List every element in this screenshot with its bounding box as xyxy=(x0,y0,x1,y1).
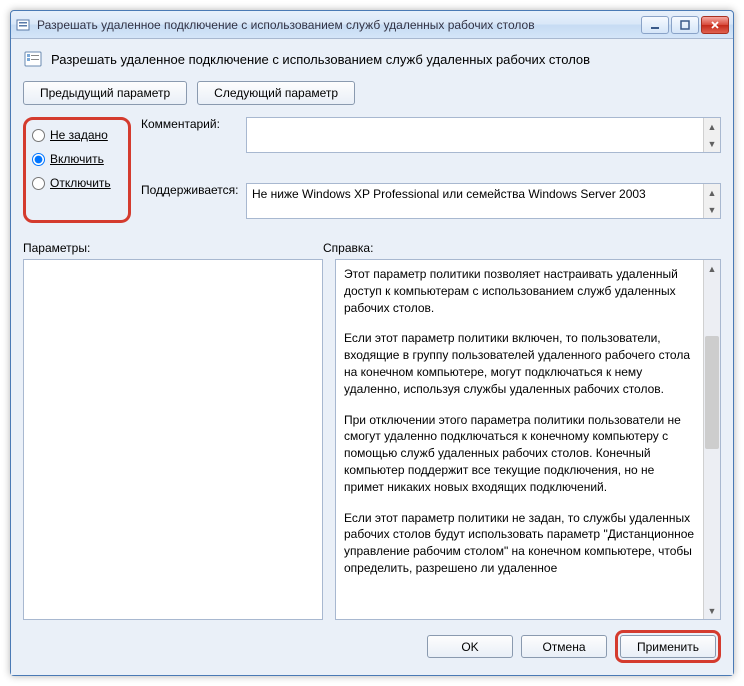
supported-row: Поддерживается: Не ниже Windows XP Profe… xyxy=(141,183,721,223)
maximize-button[interactable] xyxy=(671,16,699,34)
policy-editor-window: Разрешать удаленное подключение с исполь… xyxy=(10,10,734,676)
help-paragraph: Если этот параметр политики не задан, то… xyxy=(344,510,695,577)
radio-not-configured[interactable]: Не задано xyxy=(32,128,122,142)
scroll-up-icon[interactable]: ▲ xyxy=(704,118,720,135)
meta-column: Комментарий: ▲ ▼ Поддерживается: Не ниже… xyxy=(141,117,721,223)
supported-scrollbar[interactable]: ▲ ▼ xyxy=(703,184,720,218)
config-row: Не задано Включить Отключить Комментарий… xyxy=(23,117,721,223)
cancel-button[interactable]: Отмена xyxy=(521,635,607,658)
subtitle-row: Разрешать удаленное подключение с исполь… xyxy=(23,49,721,69)
comment-row: Комментарий: ▲ ▼ xyxy=(141,117,721,177)
help-content: Этот параметр политики позволяет настраи… xyxy=(336,260,703,619)
section-labels: Параметры: Справка: xyxy=(23,241,721,255)
options-content xyxy=(24,260,322,619)
scroll-thumb[interactable] xyxy=(705,336,719,450)
window-controls xyxy=(641,16,729,34)
apply-button[interactable]: Применить xyxy=(620,635,716,658)
help-paragraph: При отключении этого параметра политики … xyxy=(344,412,695,496)
nav-buttons: Предыдущий параметр Следующий параметр xyxy=(23,81,721,105)
titlebar[interactable]: Разрешать удаленное подключение с исполь… xyxy=(11,11,733,39)
supported-label: Поддерживается: xyxy=(141,183,246,197)
radio-group-highlight: Не задано Включить Отключить xyxy=(23,117,131,223)
options-panel xyxy=(23,259,323,620)
ok-button[interactable]: OK xyxy=(427,635,513,658)
scroll-down-icon[interactable]: ▼ xyxy=(704,201,720,218)
radio-disabled-input[interactable] xyxy=(32,177,45,190)
help-paragraph: Этот параметр политики позволяет настраи… xyxy=(344,266,695,316)
scroll-down-icon[interactable]: ▼ xyxy=(704,135,720,152)
radio-not-configured-input[interactable] xyxy=(32,129,45,142)
help-paragraph: Если этот параметр политики включен, то … xyxy=(344,330,695,397)
radio-disabled-label: Отключить xyxy=(50,176,111,190)
help-panel: Этот параметр политики позволяет настраи… xyxy=(335,259,721,620)
panels-row: Этот параметр политики позволяет настраи… xyxy=(23,259,721,620)
scroll-down-icon[interactable]: ▼ xyxy=(704,602,720,619)
apply-highlight: Применить xyxy=(615,630,721,663)
content-area: Разрешать удаленное подключение с исполь… xyxy=(11,39,733,675)
comment-text[interactable] xyxy=(247,118,703,152)
comment-box[interactable]: ▲ ▼ xyxy=(246,117,721,153)
comment-scrollbar[interactable]: ▲ ▼ xyxy=(703,118,720,152)
close-button[interactable] xyxy=(701,16,729,34)
help-scrollbar[interactable]: ▲ ▼ xyxy=(703,260,720,619)
policy-icon xyxy=(15,17,31,33)
help-label: Справка: xyxy=(323,241,373,255)
dialog-footer: OK Отмена Применить xyxy=(23,620,721,665)
next-setting-button[interactable]: Следующий параметр xyxy=(197,81,355,105)
previous-setting-button[interactable]: Предыдущий параметр xyxy=(23,81,187,105)
scroll-up-icon[interactable]: ▲ xyxy=(704,260,720,277)
gpo-icon xyxy=(23,49,43,69)
comment-label: Комментарий: xyxy=(141,117,246,131)
radio-disabled[interactable]: Отключить xyxy=(32,176,122,190)
window-title: Разрешать удаленное подключение с исполь… xyxy=(37,18,641,32)
policy-subtitle: Разрешать удаленное подключение с исполь… xyxy=(51,52,590,67)
radio-enabled-input[interactable] xyxy=(32,153,45,166)
radio-not-configured-label: Не задано xyxy=(50,128,108,142)
minimize-button[interactable] xyxy=(641,16,669,34)
radio-enabled[interactable]: Включить xyxy=(32,152,122,166)
supported-box: Не ниже Windows XP Professional или семе… xyxy=(246,183,721,219)
scroll-track[interactable] xyxy=(704,277,720,602)
radio-enabled-label: Включить xyxy=(50,152,104,166)
options-label: Параметры: xyxy=(23,241,323,255)
supported-text: Не ниже Windows XP Professional или семе… xyxy=(247,184,703,218)
scroll-up-icon[interactable]: ▲ xyxy=(704,184,720,201)
